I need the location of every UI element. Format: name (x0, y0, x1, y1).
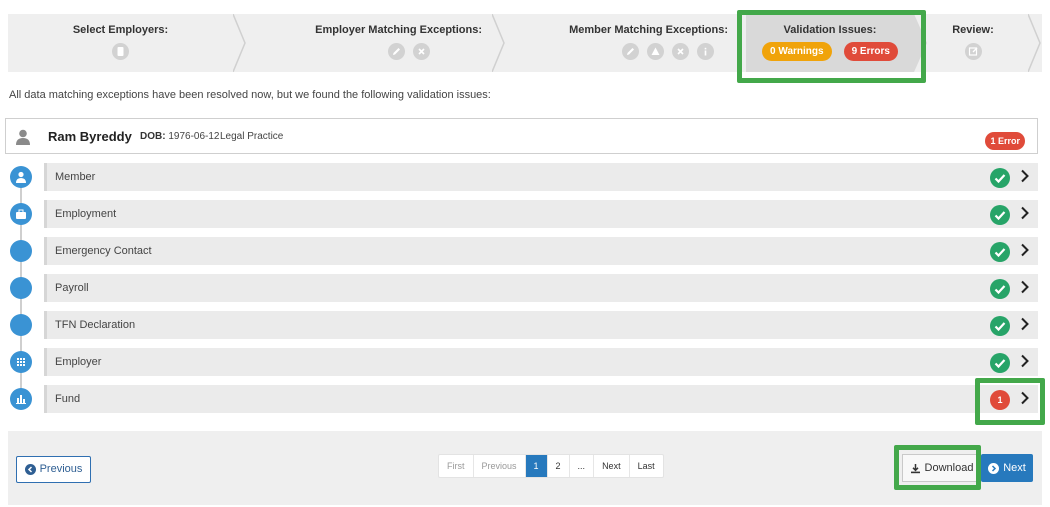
chevron-right-icon[interactable] (1020, 280, 1030, 294)
download-button-label: Download (924, 462, 974, 474)
dob-value: 1976-06-12 (168, 131, 220, 142)
section-label: Emergency Contact (55, 245, 152, 257)
chevron-right-icon[interactable] (1020, 391, 1030, 405)
check-icon (990, 279, 1010, 299)
pagination-last[interactable]: Last (630, 455, 663, 477)
pagination-page-2[interactable]: 2 (548, 455, 570, 477)
section-label: TFN Declaration (55, 319, 136, 331)
section-payroll[interactable]: Payroll (44, 274, 1038, 302)
document-icon (112, 43, 129, 60)
section-label: Member (55, 171, 96, 183)
check-icon (990, 205, 1010, 225)
chevron-right-icon[interactable] (1020, 354, 1030, 368)
info-icon (697, 43, 714, 60)
section-employment[interactable]: Employment (44, 200, 1038, 228)
payroll-icon (10, 277, 32, 299)
edit-icon (964, 43, 982, 60)
section-label: Employer (55, 356, 102, 368)
check-icon (990, 316, 1010, 336)
member-error-badge: 1 Error (985, 132, 1025, 150)
emergency-contact-icon (10, 240, 32, 262)
member-header: Ram Byreddy DOB: 1976-06-12 Legal Practi… (5, 118, 1038, 154)
pencil-icon (388, 43, 405, 60)
step-title: Member Matching Exceptions: (569, 24, 728, 36)
building-icon (10, 351, 32, 373)
check-icon (990, 353, 1010, 373)
arrow-right-circle-icon (988, 462, 1000, 474)
warnings-badge: 0 Warnings (762, 42, 832, 61)
member-node-icon (10, 166, 32, 188)
step-validation-issues[interactable]: Validation Issues: 0 Warnings 9 Errors (746, 14, 914, 72)
step-select-employers[interactable]: Select Employers: (8, 14, 233, 72)
step-arrow (914, 14, 927, 72)
previous-button-label: Previous (39, 463, 83, 475)
warning-icon (647, 43, 664, 60)
section-label: Employment (55, 208, 117, 220)
next-button-label: Next (1003, 462, 1026, 474)
check-icon (990, 242, 1010, 262)
member-practice: Legal Practice (220, 131, 284, 142)
chevron-right-icon[interactable] (1020, 243, 1030, 257)
user-icon (16, 129, 30, 145)
tfn-declaration-icon (10, 314, 32, 336)
step-separator (1028, 14, 1041, 72)
section-employer[interactable]: Employer (44, 348, 1038, 376)
section-label: Fund (55, 393, 81, 405)
dob-label: DOB: (140, 131, 166, 142)
pagination-page-1[interactable]: 1 (525, 455, 548, 477)
previous-button[interactable]: Previous (16, 456, 91, 483)
errors-badge: 9 Errors (843, 42, 898, 61)
check-icon (990, 168, 1010, 188)
bar-chart-icon (10, 388, 32, 410)
arrow-left-circle-icon (24, 463, 36, 475)
wizard-stepper: Select Employers: Employer Matching Exce… (8, 14, 1042, 72)
step-review[interactable]: Review: (928, 14, 1018, 72)
member-name: Ram Byreddy (48, 129, 132, 144)
section-fund[interactable]: Fund 1 (44, 385, 1038, 413)
step-title: Review: (952, 24, 994, 36)
section-emergency-contact[interactable]: Emergency Contact (44, 237, 1038, 265)
step-title: Employer Matching Exceptions: (315, 24, 482, 36)
pencil-icon (622, 43, 639, 60)
info-message: All data matching exceptions have been r… (9, 89, 491, 101)
briefcase-icon (10, 203, 32, 225)
pagination: First Previous 1 2 ... Next Last (438, 454, 664, 478)
step-separator (492, 14, 505, 72)
section-label: Payroll (55, 282, 89, 294)
chevron-right-icon[interactable] (1020, 169, 1030, 183)
download-button[interactable]: Download (902, 454, 981, 482)
step-title: Validation Issues: (783, 24, 877, 36)
step-member-matching[interactable]: Member Matching Exceptions: (506, 14, 738, 72)
close-icon (672, 43, 689, 60)
download-icon (910, 463, 920, 473)
section-tfn-declaration[interactable]: TFN Declaration (44, 311, 1038, 339)
error-count-badge: 1 (990, 390, 1010, 410)
step-title: Select Employers: (72, 24, 169, 36)
chevron-right-icon[interactable] (1020, 317, 1030, 331)
step-separator (233, 14, 246, 72)
close-icon (413, 43, 430, 60)
pagination-ellipsis: ... (570, 455, 595, 477)
next-button[interactable]: Next (981, 454, 1033, 482)
member-dob: DOB: 1976-06-12 (140, 131, 220, 142)
footer-bar: Previous First Previous 1 2 ... Next Las… (8, 431, 1042, 505)
pagination-next[interactable]: Next (594, 455, 630, 477)
step-employer-matching[interactable]: Employer Matching Exceptions: (247, 14, 492, 72)
pagination-previous[interactable]: Previous (474, 455, 526, 477)
pagination-first[interactable]: First (439, 455, 474, 477)
chevron-right-icon[interactable] (1020, 206, 1030, 220)
section-member[interactable]: Member (44, 163, 1038, 191)
